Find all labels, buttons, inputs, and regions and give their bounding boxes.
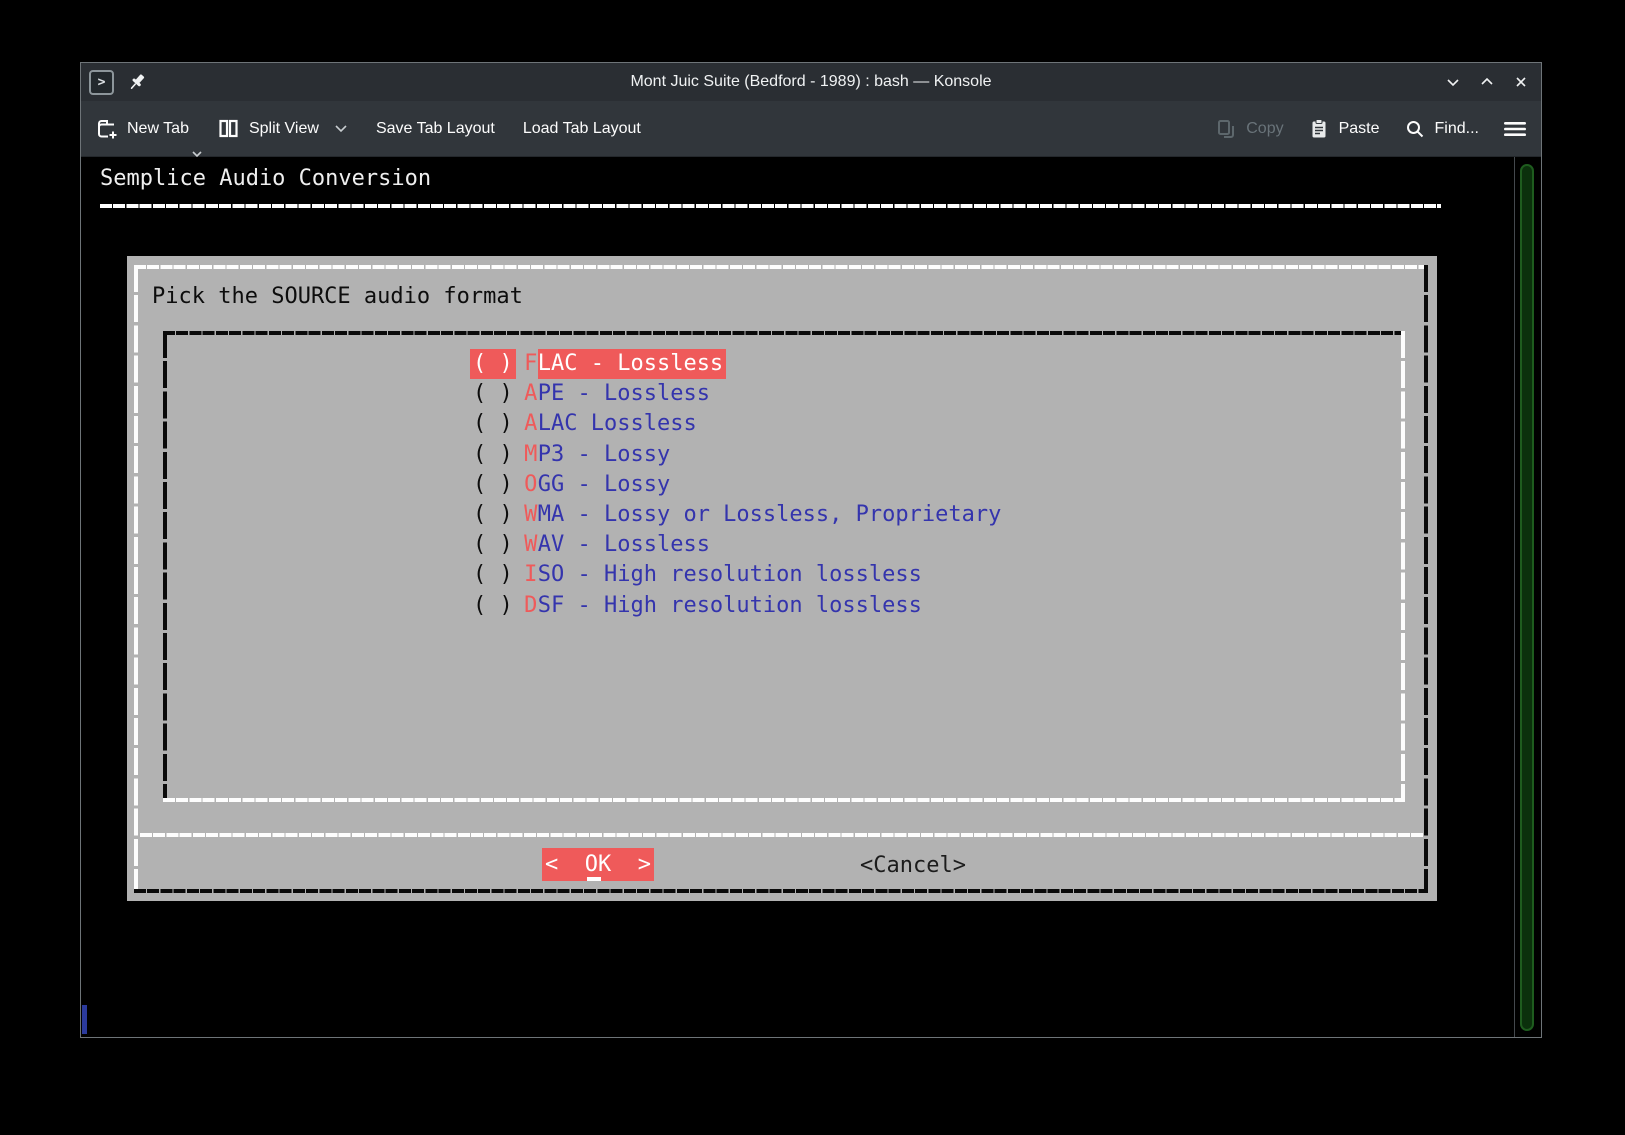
ok-bracket-left: < xyxy=(545,850,558,880)
copy-button[interactable]: Copy xyxy=(1215,118,1283,140)
scrollbar-thumb[interactable] xyxy=(1520,164,1534,1031)
listbox-border-right xyxy=(1401,331,1405,802)
copy-icon xyxy=(1215,118,1237,140)
scrollbar-track-divider xyxy=(1514,157,1515,1037)
option-hotkey: A xyxy=(524,409,538,439)
ok-button[interactable]: < OK > xyxy=(542,848,654,881)
option-label: SF - High resolution lossless xyxy=(538,591,922,621)
format-option[interactable]: ( ) ISO - High resolution lossless xyxy=(470,560,1001,590)
new-tab-icon xyxy=(95,117,118,140)
radio-indicator: ( ) xyxy=(470,530,516,560)
close-button[interactable] xyxy=(1511,72,1531,92)
option-label: GG - Lossy xyxy=(538,470,670,500)
radio-indicator: ( ) xyxy=(470,379,516,409)
option-hotkey: O xyxy=(524,470,538,500)
save-tab-layout-label: Save Tab Layout xyxy=(376,120,495,138)
save-tab-layout-button[interactable]: Save Tab Layout xyxy=(376,120,495,138)
heading-separator-line xyxy=(100,204,1441,208)
find-label: Find... xyxy=(1435,120,1479,138)
ok-text: OK xyxy=(585,850,612,880)
dialog-title: Pick the SOURCE audio format xyxy=(152,282,523,312)
dialog-border-right xyxy=(1424,265,1428,893)
konsole-window: > Mont Juic Suite (Bedford - 1989) : bas… xyxy=(80,62,1542,1038)
option-label: AV - Lossless xyxy=(538,530,710,560)
terminal-view[interactable]: Semplice Audio Conversion Pick the SOURC… xyxy=(81,157,1541,1037)
titlebar[interactable]: > Mont Juic Suite (Bedford - 1989) : bas… xyxy=(81,63,1541,101)
split-view-label: Split View xyxy=(249,120,319,138)
dialog-border-top xyxy=(134,265,1424,269)
listbox-border-top xyxy=(163,331,1405,335)
search-icon xyxy=(1404,118,1426,140)
hamburger-menu-button[interactable] xyxy=(1503,119,1527,139)
copy-label: Copy xyxy=(1246,120,1283,138)
option-hotkey: W xyxy=(524,500,538,530)
option-label: LAC Lossless xyxy=(538,409,697,439)
option-hotkey: D xyxy=(524,591,538,621)
option-hotkey: I xyxy=(524,560,538,590)
window-title: Mont Juic Suite (Bedford - 1989) : bash … xyxy=(81,73,1541,91)
option-hotkey: M xyxy=(524,440,538,470)
desktop: > Mont Juic Suite (Bedford - 1989) : bas… xyxy=(0,0,1625,1135)
listbox-border-left xyxy=(163,331,167,802)
option-label: SO - High resolution lossless xyxy=(538,560,922,590)
option-label: PE - Lossless xyxy=(538,379,710,409)
radio-indicator: ( ) xyxy=(470,560,516,590)
dialog-border-bottom xyxy=(134,889,1428,893)
source-format-dialog: Pick the SOURCE audio format ( ) FLAC - L… xyxy=(127,256,1437,901)
terminal-cursor xyxy=(82,1005,87,1034)
format-option-list: ( ) FLAC - Lossless ( ) APE - Lossless ( ) AL… xyxy=(470,349,1001,621)
ok-label xyxy=(558,850,585,880)
radio-indicator: ( ) xyxy=(470,470,516,500)
format-option[interactable]: ( ) DSF - High resolution lossless xyxy=(470,591,1001,621)
split-view-dropdown-icon[interactable] xyxy=(334,124,348,133)
load-tab-layout-button[interactable]: Load Tab Layout xyxy=(523,120,641,138)
maximize-button[interactable] xyxy=(1477,72,1497,92)
ok-spacer xyxy=(611,850,638,880)
minimize-button[interactable] xyxy=(1443,72,1463,92)
format-option[interactable]: ( ) FLAC - Lossless xyxy=(470,349,1001,379)
ok-cursor-underscore xyxy=(587,877,601,881)
listbox-border-bottom xyxy=(163,798,1405,802)
format-option[interactable]: ( ) MP3 - Lossy xyxy=(470,440,1001,470)
button-separator-line xyxy=(140,833,1424,837)
new-tab-label: New Tab xyxy=(127,120,189,138)
hamburger-icon xyxy=(1503,119,1527,139)
option-label: P3 - Lossy xyxy=(538,440,670,470)
dialog-border-left xyxy=(134,265,138,889)
paste-button[interactable]: Paste xyxy=(1308,118,1380,140)
radio-indicator: ( ) xyxy=(470,440,516,470)
option-label: LAC - Lossless xyxy=(538,349,726,379)
radio-indicator: ( ) xyxy=(470,409,516,439)
split-view-button[interactable]: Split View xyxy=(217,117,348,140)
terminal-heading: Semplice Audio Conversion xyxy=(100,164,431,194)
format-option[interactable]: ( ) ALAC Lossless xyxy=(470,409,1001,439)
split-view-icon xyxy=(217,117,240,140)
cancel-button[interactable]: <Cancel> xyxy=(860,851,966,881)
option-hotkey: W xyxy=(524,530,538,560)
paste-icon xyxy=(1308,118,1330,140)
load-tab-layout-label: Load Tab Layout xyxy=(523,120,641,138)
format-option[interactable]: ( ) WMA - Lossy or Lossless, Proprietary xyxy=(470,500,1001,530)
option-label: MA - Lossy or Lossless, Proprietary xyxy=(538,500,1002,530)
radio-indicator: ( ) xyxy=(470,500,516,530)
toolbar: New Tab Split View xyxy=(81,101,1541,157)
new-tab-button[interactable]: New Tab xyxy=(95,117,189,140)
paste-label: Paste xyxy=(1339,120,1380,138)
ok-bracket-right: > xyxy=(638,850,651,880)
option-hotkey: F xyxy=(524,349,538,379)
format-option[interactable]: ( ) APE - Lossless xyxy=(470,379,1001,409)
format-option[interactable]: ( ) WAV - Lossless xyxy=(470,530,1001,560)
radio-indicator: ( ) xyxy=(470,591,516,621)
format-option[interactable]: ( ) OGG - Lossy xyxy=(470,470,1001,500)
radio-indicator: ( ) xyxy=(470,349,516,379)
option-hotkey: A xyxy=(524,379,538,409)
find-button[interactable]: Find... xyxy=(1404,118,1479,140)
